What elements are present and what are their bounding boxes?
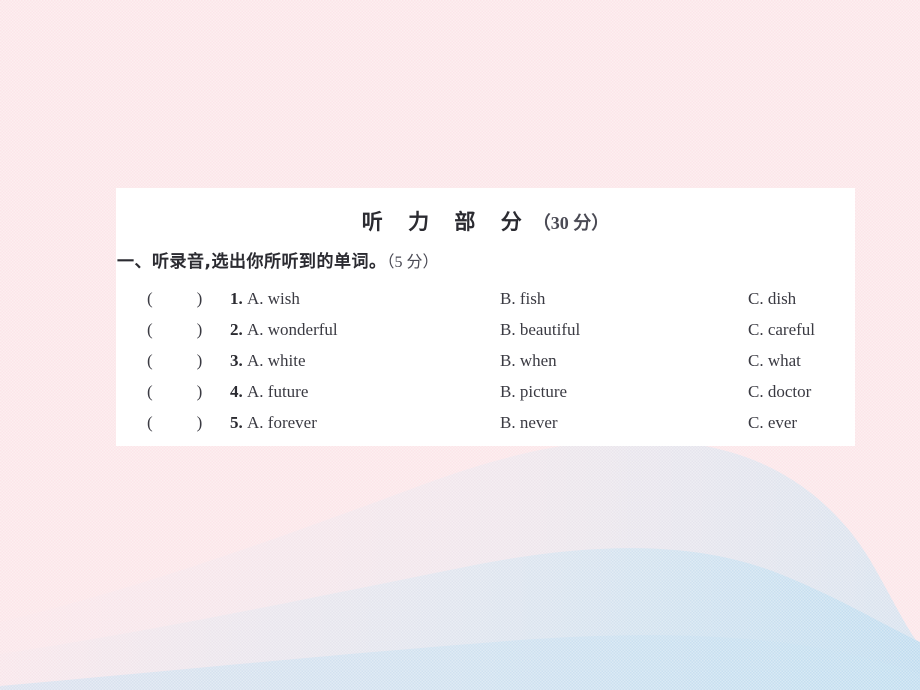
option-b[interactable]: B. fish xyxy=(500,283,545,314)
option-b-letter: B. xyxy=(500,289,516,308)
option-c[interactable]: C. careful xyxy=(748,314,815,345)
blank-paren-close: ) xyxy=(196,351,203,370)
blank-paren-close: ) xyxy=(196,413,203,432)
option-b-word: fish xyxy=(519,289,546,308)
option-c-letter: C. xyxy=(748,351,764,370)
answer-blank[interactable]: () xyxy=(147,283,221,314)
blank-paren-open: ( xyxy=(147,289,153,308)
blank-paren-open: ( xyxy=(147,351,153,370)
answer-blank[interactable]: () xyxy=(147,314,221,345)
option-b-word: beautiful xyxy=(519,320,581,339)
option-a[interactable]: 4. A. future xyxy=(230,376,308,407)
option-b-letter: B. xyxy=(500,320,516,339)
answer-blank[interactable]: () xyxy=(147,407,221,438)
option-b-word: never xyxy=(519,413,558,432)
option-c-word: doctor xyxy=(767,382,812,401)
option-c-letter: C. xyxy=(748,413,764,432)
option-a-letter: A. xyxy=(247,351,264,370)
option-c[interactable]: C. ever xyxy=(748,407,797,438)
option-a[interactable]: 2. A. wonderful xyxy=(230,314,338,345)
slide-canvas: 听 力 部 分（30 分） 一、听录音,选出你所听到的单词。（5 分） () 1… xyxy=(0,0,920,690)
option-b[interactable]: B. beautiful xyxy=(500,314,580,345)
section-heading-text: 一、听录音,选出你所听到的单词。 xyxy=(117,252,387,272)
section-heading-score: （5 分） xyxy=(386,254,439,271)
page-title-text: 听 力 部 分 xyxy=(361,210,531,234)
option-a-word: wish xyxy=(267,289,300,308)
exam-paper-card: 听 力 部 分（30 分） 一、听录音,选出你所听到的单词。（5 分） () 1… xyxy=(116,188,855,446)
question-row: () 3. A. white B. when C. what xyxy=(116,345,855,376)
option-b[interactable]: B. never xyxy=(500,407,558,438)
option-b-letter: B. xyxy=(500,351,516,370)
option-c-word: what xyxy=(767,351,801,370)
question-row: () 1. A. wish B. fish C. dish xyxy=(116,283,855,314)
question-number: 4. xyxy=(230,382,243,401)
question-row: () 2. A. wonderful B. beautiful C. caref… xyxy=(116,314,855,345)
option-c[interactable]: C. doctor xyxy=(748,376,811,407)
option-c-letter: C. xyxy=(748,320,764,339)
option-b-word: picture xyxy=(519,382,568,401)
blank-paren-close: ) xyxy=(196,289,203,308)
question-row: () 4. A. future B. picture C. doctor xyxy=(116,376,855,407)
blank-paren-open: ( xyxy=(147,320,153,339)
option-b-letter: B. xyxy=(500,382,516,401)
blank-paren-open: ( xyxy=(147,413,153,432)
question-row: () 5. A. forever B. never C. ever xyxy=(116,407,855,438)
question-number: 1. xyxy=(230,289,243,308)
section-heading: 一、听录音,选出你所听到的单词。（5 分） xyxy=(116,237,855,274)
blank-paren-open: ( xyxy=(147,382,153,401)
option-a-word: future xyxy=(267,382,309,401)
option-b[interactable]: B. picture xyxy=(500,376,567,407)
option-c[interactable]: C. dish xyxy=(748,283,796,314)
option-a-letter: A. xyxy=(247,320,264,339)
question-list: () 1. A. wish B. fish C. dish () 2. A. w… xyxy=(116,274,855,438)
option-a[interactable]: 5. A. forever xyxy=(230,407,317,438)
option-b[interactable]: B. when xyxy=(500,345,557,376)
page-title: 听 力 部 分（30 分） xyxy=(116,188,855,237)
option-a-letter: A. xyxy=(247,382,264,401)
option-b-letter: B. xyxy=(500,413,516,432)
question-number: 5. xyxy=(230,413,243,432)
option-a[interactable]: 3. A. white xyxy=(230,345,306,376)
blank-paren-close: ) xyxy=(196,382,203,401)
option-c-word: dish xyxy=(767,289,797,308)
option-c-letter: C. xyxy=(748,289,764,308)
option-c[interactable]: C. what xyxy=(748,345,801,376)
option-c-word: careful xyxy=(767,320,816,339)
option-a-letter: A. xyxy=(247,413,264,432)
answer-blank[interactable]: () xyxy=(147,376,221,407)
question-number: 2. xyxy=(230,320,243,339)
option-a-word: forever xyxy=(267,413,317,432)
answer-blank[interactable]: () xyxy=(147,345,221,376)
option-a[interactable]: 1. A. wish xyxy=(230,283,300,314)
question-number: 3. xyxy=(230,351,243,370)
option-b-word: when xyxy=(519,351,557,370)
blank-paren-close: ) xyxy=(196,320,203,339)
option-a-word: white xyxy=(267,351,306,370)
option-a-word: wonderful xyxy=(267,320,338,339)
page-title-score: （30 分） xyxy=(532,213,610,233)
option-a-letter: A. xyxy=(247,289,264,308)
option-c-letter: C. xyxy=(748,382,764,401)
option-c-word: ever xyxy=(767,413,798,432)
